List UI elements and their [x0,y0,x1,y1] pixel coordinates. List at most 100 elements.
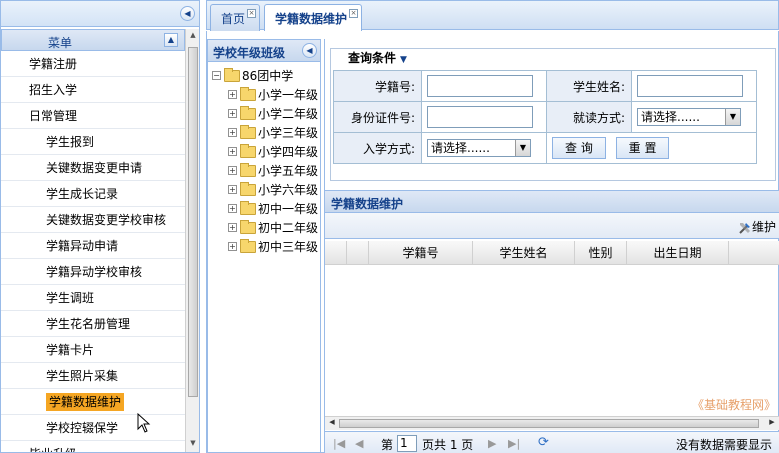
menu-item[interactable]: 学籍数据维护 [1,389,185,415]
scroll-left-icon[interactable]: ◀ [326,418,338,429]
expand-node-icon[interactable]: + [228,128,237,137]
menu-item[interactable]: 学生调班 [1,285,185,311]
grid-scroll-thumb[interactable] [339,419,759,428]
tree-node[interactable]: + 小学三年级 [228,124,318,142]
folder-icon [240,181,256,196]
next-page-icon[interactable]: ▶ [488,437,496,450]
menu-item-label: 学生成长记录 [46,187,119,201]
menu-scrollbar[interactable]: ▲ ▼ [185,29,199,452]
student-name-cell [631,70,757,102]
first-page-icon[interactable]: |◀ [333,437,345,450]
tree-node-label: 小学一年级 [258,88,319,102]
id-card-cell [421,101,547,133]
tab-home[interactable]: 首页 × [210,4,261,31]
select-arrow-icon[interactable]: ▼ [725,109,740,125]
menu-item[interactable]: 学籍异动学校审核 [1,259,185,285]
enroll-mode-select[interactable]: 请选择...... ▼ [427,139,531,157]
data-grid-panel: 学籍数据维护 维护 学籍号 学生姓名 性别 出生日期 ◀ ▶ |◀ ◀ 第 1 … [325,190,779,453]
last-page-icon[interactable]: ▶| [508,437,520,450]
prev-page-icon[interactable]: ◀ [355,437,363,450]
content-area: 学校年级班级 ◀ − 86团中学 + 小学一年级 + 小学二年级 + 小学三年级 + 小学四年级… [206,31,779,453]
menu-item[interactable]: 学生花名册管理 [1,311,185,337]
menu-item[interactable]: 学籍卡片 [1,337,185,363]
expand-node-icon[interactable]: + [228,166,237,175]
expand-node-icon[interactable]: + [228,147,237,156]
menu-item[interactable]: 学生照片采集 [1,363,185,389]
maintain-button[interactable]: 维护 [738,218,776,235]
tree-node[interactable]: + 小学二年级 [228,105,318,123]
collapse-tree-icon[interactable]: ◀ [302,43,317,58]
scroll-up-icon[interactable]: ▲ [188,31,198,43]
mouse-cursor-icon [137,413,151,433]
scroll-down-icon[interactable]: ▼ [188,439,198,451]
tree-node[interactable]: + 初中二年级 [228,219,318,237]
menu-item[interactable]: 学生报到 [1,129,185,155]
folder-icon [240,162,256,177]
menu-item[interactable]: 学校控辍保学 [1,415,185,441]
study-mode-label: 就读方式: [546,101,632,133]
grid-pager: |◀ ◀ 第 1 页共 1 页 ▶ ▶| ⟳ 没有数据需要显示 [325,431,779,453]
menu-item-label: 学籍数据维护 [46,393,125,411]
tools-icon [739,222,750,234]
tree-node[interactable]: + 小学五年级 [228,162,318,180]
student-no-cell [421,70,547,102]
select-arrow-icon[interactable]: ▼ [515,140,530,156]
id-card-input[interactable] [427,106,533,128]
grid-horizontal-scrollbar[interactable]: ◀ ▶ [325,416,779,430]
menu-item[interactable]: 学籍注册 [1,51,185,77]
tree-node[interactable]: + 初中一年级 [228,200,318,218]
tree-node-label: 初中一年级 [258,202,319,216]
menu-item[interactable]: 毕业升级 [1,441,185,452]
refresh-icon[interactable]: ⟳ [538,435,549,450]
student-name-label: 学生姓名: [546,70,632,102]
close-tab-student-data-icon[interactable]: × [349,9,359,18]
study-mode-select[interactable]: 请选择...... ▼ [637,108,741,126]
expand-node-icon[interactable]: + [228,223,237,232]
tree-node[interactable]: + 小学一年级 [228,86,318,104]
collapse-left-icon[interactable]: ◀ [180,6,195,21]
menu-item-label: 招生入学 [29,83,78,97]
expand-node-icon[interactable]: + [228,242,237,251]
scroll-right-icon[interactable]: ▶ [766,418,778,429]
menu-item-label: 学生照片采集 [46,369,119,383]
menu-scroll-thumb[interactable] [188,47,198,397]
query-legend[interactable]: 查询条件 ▼ [343,49,412,66]
menu-item[interactable]: 日常管理 [1,103,185,129]
expand-node-icon[interactable]: + [228,109,237,118]
column-checkbox[interactable] [325,241,347,265]
column-gender[interactable]: 性别 [575,241,627,265]
search-button[interactable]: 查 询 [552,137,606,159]
left-panel-header: ◀ [1,1,199,27]
expand-node-icon[interactable]: + [228,90,237,99]
menu-item[interactable]: 招生入学 [1,77,185,103]
page-number-input[interactable]: 1 [397,435,417,452]
tree-node[interactable]: + 小学六年级 [228,181,318,199]
left-menu-panel: ◀ 菜单 ▲ 学籍注册 招生入学 日常管理 学生报到 关键数据变更申请 学生成长记录 关键数… [0,0,200,453]
tree-node[interactable]: + 初中三年级 [228,238,318,256]
student-no-input[interactable] [427,75,533,97]
menu-item[interactable]: 关键数据变更学校审核 [1,207,185,233]
close-tab-home-icon[interactable]: × [247,9,257,18]
student-name-input[interactable] [637,75,743,97]
column-student-name[interactable]: 学生姓名 [473,241,575,265]
study-mode-value: 请选择...... [641,110,700,124]
tree-node-label: 初中二年级 [258,221,319,235]
tree-node-label: 小学四年级 [258,145,319,159]
column-student-no[interactable]: 学籍号 [369,241,473,265]
menu-item[interactable]: 学籍异动申请 [1,233,185,259]
expand-node-icon[interactable]: + [228,185,237,194]
tab-home-label: 首页 [221,12,246,26]
expand-node-icon[interactable]: + [228,204,237,213]
menu-item-label: 关键数据变更申请 [46,161,143,175]
menu-item-label: 学籍卡片 [46,343,95,357]
tree-root-node[interactable]: − 86团中学 [212,67,293,85]
column-birth-date[interactable]: 出生日期 [627,241,729,265]
collapse-node-icon[interactable]: − [212,71,221,80]
menu-item-label: 关键数据变更学校审核 [46,213,167,227]
tree-node[interactable]: + 小学四年级 [228,143,318,161]
menu-item[interactable]: 关键数据变更申请 [1,155,185,181]
reset-button[interactable]: 重 置 [615,137,670,159]
menu-item[interactable]: 学生成长记录 [1,181,185,207]
tab-student-data[interactable]: 学籍数据维护 × [264,4,363,31]
collapse-menu-icon[interactable]: ▲ [164,33,178,47]
